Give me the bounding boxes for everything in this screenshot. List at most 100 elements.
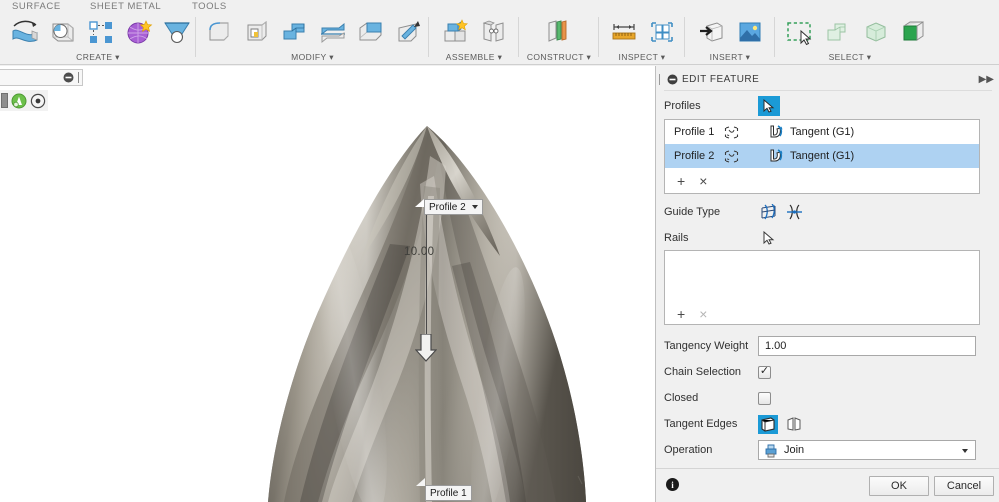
ribbon-panel-select: SELECT ▾ [775, 13, 925, 65]
panel-label-text: CREATE [76, 52, 113, 62]
chevron-down-icon: ▾ [115, 52, 120, 62]
callout-profile-1[interactable]: Profile 1 [425, 485, 472, 501]
combine-icon[interactable] [278, 15, 312, 49]
tab-surface[interactable]: SURFACE [12, 0, 61, 13]
tangency-weight-row: Tangency Weight 1.00 [664, 335, 992, 357]
lofted-surface-body[interactable] [0, 66, 655, 502]
ribbon-panel-insert-label[interactable]: INSERT ▾ [685, 52, 775, 63]
operation-dropdown[interactable]: Join [758, 440, 976, 460]
panel-label-text: INSPECT [618, 52, 659, 62]
closed-row: Closed [664, 387, 992, 409]
rails-guide-icon[interactable] [758, 203, 778, 222]
callout-profile-2[interactable]: Profile 2 [424, 199, 483, 215]
tangent-edges-label: Tangent Edges [664, 418, 738, 430]
view-target-icon[interactable] [30, 93, 46, 109]
profiles-select-button[interactable] [758, 96, 780, 116]
sculpt-form-icon[interactable] [122, 15, 156, 49]
browser-resize-handle[interactable] [78, 72, 79, 83]
remove-profile-button[interactable]: × [699, 174, 707, 188]
browser-group-handle[interactable] [1, 93, 8, 108]
tangent-edges-separate-icon[interactable] [784, 415, 804, 434]
dialog-footer: i OK Cancel [656, 468, 999, 502]
measure-icon[interactable] [607, 15, 641, 49]
remove-rail-button[interactable]: × [699, 307, 707, 321]
select-paint-icon[interactable] [897, 15, 931, 49]
chain-selection-checkbox[interactable]: ✓ [758, 365, 771, 379]
profiles-row: Profiles [664, 95, 992, 117]
table-row[interactable]: Profile 2 Tangent (G1) [665, 144, 979, 168]
ribbon-panel-inspect-label[interactable]: INSPECT ▾ [599, 52, 685, 63]
patch-icon[interactable] [8, 15, 42, 49]
insert-canvas-icon[interactable] [733, 15, 767, 49]
panel-label-text: MODIFY [291, 52, 327, 62]
revolve-icon[interactable] [46, 15, 80, 49]
chevron-down-icon[interactable] [962, 449, 968, 453]
extend-icon[interactable] [392, 15, 426, 49]
chevron-down-icon: ▾ [586, 52, 592, 62]
pattern-icon[interactable] [84, 15, 118, 49]
ribbon-panel-construct: CONSTRUCT ▾ [519, 13, 599, 65]
fillet-icon[interactable] [202, 15, 236, 49]
window-select-icon[interactable] [783, 15, 817, 49]
operation-value: Join [784, 444, 805, 456]
trim-icon[interactable] [354, 15, 388, 49]
dialog-title-bar: EDIT FEATURE ▶▶ [656, 71, 999, 88]
section-analysis-icon[interactable] [645, 15, 679, 49]
rails-listbox[interactable]: + × [664, 250, 980, 325]
panel-label-text: ASSEMBLE [445, 52, 495, 62]
ok-button[interactable]: OK [869, 476, 929, 496]
select-all-icon[interactable] [859, 15, 893, 49]
ribbon-tab-strip: SURFACE SHEET METAL TOOLS [0, 0, 999, 13]
collapse-icon[interactable] [63, 72, 74, 83]
minimize-icon[interactable] [667, 74, 678, 85]
joint-icon[interactable] [477, 15, 511, 49]
browser-tool-strip [0, 90, 48, 111]
new-component-icon[interactable] [439, 15, 473, 49]
centerline-guide-icon[interactable] [784, 203, 804, 222]
profiles-listbox[interactable]: Profile 1 Tangent (G1) Profile 2 Tangent… [664, 119, 980, 194]
profile-chain-icon[interactable] [723, 125, 769, 140]
add-rail-button[interactable]: + [677, 307, 685, 321]
insert-derive-icon[interactable] [695, 15, 729, 49]
add-profile-button[interactable]: + [677, 174, 685, 188]
select-body-icon[interactable] [821, 15, 855, 49]
profile-condition-label: Tangent (G1) [790, 126, 855, 138]
profile-condition[interactable]: Tangent (G1) [769, 149, 854, 163]
appearance-icon[interactable] [11, 93, 27, 109]
dimension-line [426, 212, 427, 342]
ribbon-panel-create-label[interactable]: CREATE ▾ [0, 52, 196, 63]
closed-checkbox[interactable] [758, 391, 771, 405]
profile-condition[interactable]: Tangent (G1) [769, 125, 854, 139]
loft-icon[interactable] [160, 15, 194, 49]
profile-name: Profile 1 [674, 126, 715, 138]
viewport-canvas[interactable]: 10.00 Profile 2 Profile 1 [0, 66, 655, 502]
ribbon-panel-insert: INSERT ▾ [685, 13, 775, 65]
rails-select-button[interactable] [758, 231, 780, 245]
profile-name: Profile 2 [674, 150, 715, 162]
tab-sheet-metal[interactable]: SHEET METAL [90, 0, 161, 13]
chain-selection-row: Chain Selection ✓ [664, 361, 992, 383]
dimension-value[interactable]: 10.00 [404, 246, 434, 258]
ribbon-panel-modify-label[interactable]: MODIFY ▾ [196, 52, 429, 63]
expand-right-icon[interactable]: ▶▶ [979, 74, 994, 85]
table-row[interactable]: Profile 1 Tangent (G1) [665, 120, 979, 144]
ribbon-panel-select-label[interactable]: SELECT ▾ [775, 52, 925, 63]
chevron-down-icon[interactable] [471, 205, 478, 209]
join-operation-icon [765, 444, 777, 457]
edit-feature-dialog: EDIT FEATURE ▶▶ Profiles Profile 1 Tange… [655, 66, 999, 502]
tangent-g1-icon [770, 149, 783, 162]
shell-icon[interactable] [240, 15, 274, 49]
cancel-button[interactable]: Cancel [934, 476, 994, 496]
dialog-drag-handle[interactable] [659, 74, 664, 85]
tab-tools[interactable]: TOOLS [192, 0, 227, 13]
info-icon[interactable]: i [666, 478, 679, 491]
ribbon-panel-assemble-label[interactable]: ASSEMBLE ▾ [429, 52, 519, 63]
profile-chain-icon[interactable] [723, 149, 769, 164]
tangency-weight-input[interactable]: 1.00 [758, 336, 976, 356]
guide-type-row: Guide Type [664, 201, 992, 223]
cursor-select-icon [763, 231, 775, 245]
tangent-edges-connected-icon[interactable] [758, 414, 778, 434]
offset-plane-icon[interactable] [541, 15, 575, 49]
ribbon-panel-construct-label[interactable]: CONSTRUCT ▾ [519, 52, 599, 63]
split-face-icon[interactable] [316, 15, 350, 49]
